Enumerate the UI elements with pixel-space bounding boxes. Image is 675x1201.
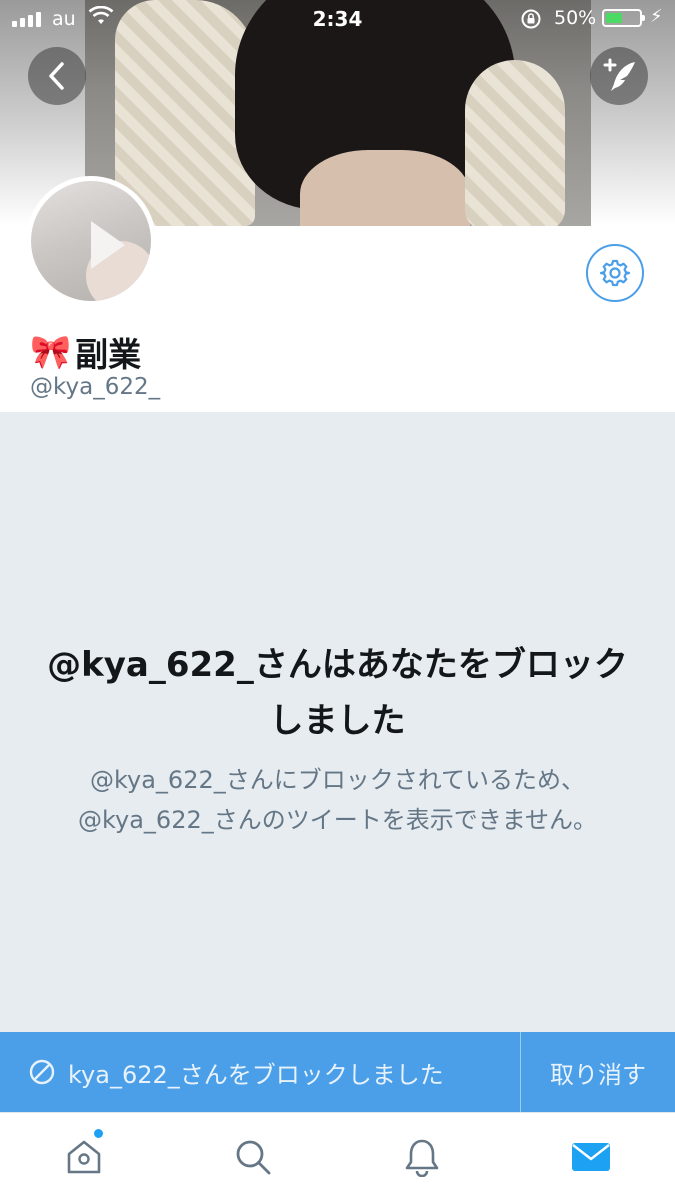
- notifications-bell-icon: [405, 1139, 439, 1177]
- ribbon-emoji: 🎀: [30, 332, 72, 371]
- display-name: 🎀 副業: [30, 328, 141, 376]
- user-handle: @kya_622_: [30, 374, 161, 400]
- profile-settings-button[interactable]: [586, 244, 644, 302]
- avatar[interactable]: [26, 176, 156, 306]
- block-message: kya_622_さんをブロックしました: [28, 1032, 444, 1112]
- tab-home[interactable]: [0, 1113, 168, 1201]
- battery-icon: [602, 9, 645, 27]
- gear-icon: [600, 259, 630, 287]
- tab-notifications[interactable]: [338, 1113, 506, 1201]
- charging-icon: ⚡: [650, 6, 663, 27]
- blocked-description: @kya_622_さんにブロックされているため、@kya_622_さんのツイート…: [77, 766, 598, 834]
- blocked-notice-panel: @kya_622_さんはあなたをブロックしました @kya_622_さんにブロッ…: [0, 412, 675, 1032]
- display-name-text: 副業: [75, 335, 142, 374]
- tab-messages[interactable]: [507, 1113, 675, 1201]
- notification-dot: [94, 1129, 103, 1138]
- search-icon: [236, 1140, 271, 1175]
- rotation-lock-icon: [520, 8, 542, 35]
- compose-tweet-icon: [603, 58, 635, 91]
- blocked-title: @kya_622_さんはあなたをブロックしました: [47, 645, 628, 741]
- back-button[interactable]: [28, 47, 86, 105]
- chevron-left-icon: [49, 62, 64, 90]
- block-status-bar: kya_622_さんをブロックしました 取り消す: [0, 1032, 675, 1112]
- compose-tweet-button[interactable]: [590, 47, 648, 105]
- block-message-text: kya_622_さんをブロックしました: [68, 1060, 444, 1089]
- status-bar: au 2:34 50% ⚡: [0, 0, 675, 38]
- battery-percent: 50%: [554, 7, 597, 29]
- tab-search[interactable]: [169, 1113, 337, 1201]
- messages-envelope-icon: [572, 1143, 610, 1171]
- home-icon: [67, 1140, 101, 1174]
- undo-block-button[interactable]: 取り消す: [521, 1032, 675, 1112]
- block-icon: [29, 1059, 55, 1085]
- tab-bar: [0, 1112, 675, 1200]
